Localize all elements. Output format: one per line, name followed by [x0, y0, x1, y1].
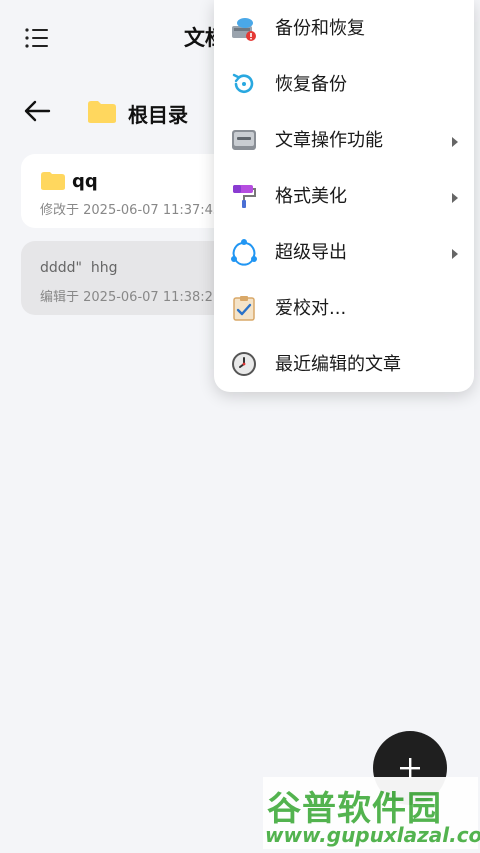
article-preview: dddd" hhg: [40, 260, 118, 276]
menu-item-label: 最近编辑的文章: [275, 354, 401, 375]
folder-icon: [41, 172, 65, 190]
menu-item-format-beautify[interactable]: 格式美化: [214, 168, 474, 224]
submenu-arrow-icon: [450, 133, 460, 147]
clipboard-check-icon: [230, 294, 258, 322]
menu-item-recent-articles[interactable]: 最近编辑的文章: [214, 336, 474, 392]
current-folder-title: 根目录: [128, 103, 188, 127]
menu-item-super-export[interactable]: 超级导出: [214, 224, 474, 280]
watermark-url: www.gupuxlazal.com: [265, 823, 480, 847]
submenu-arrow-icon: [450, 245, 460, 259]
share-nodes-icon: [230, 238, 258, 266]
backup-restore-icon: [230, 14, 258, 42]
submenu-arrow-icon: [450, 189, 460, 203]
menu-item-label: 爱校对...: [275, 298, 347, 319]
article-edited-time: 编辑于 2025-06-07 11:38:21: [40, 290, 222, 305]
menu-item-restore-backup[interactable]: 恢复备份: [214, 56, 474, 112]
folder-name: qq: [72, 171, 98, 192]
restore-icon: [230, 70, 258, 98]
menu-item-label: 格式美化: [275, 186, 347, 207]
plus-icon: [399, 757, 421, 779]
overflow-menu: 备份和恢复 恢复备份 文章操作功能 格式美化 超级导出 爱校对... 最近编辑的…: [214, 0, 474, 392]
menu-item-label: 超级导出: [275, 242, 347, 263]
menu-item-backup-restore[interactable]: 备份和恢复: [214, 0, 474, 56]
menu-item-label: 文章操作功能: [275, 130, 383, 151]
menu-item-label: 备份和恢复: [275, 18, 365, 39]
folder-modified-time: 修改于 2025-06-07 11:37:45: [40, 203, 222, 218]
menu-item-article-operations[interactable]: 文章操作功能: [214, 112, 474, 168]
menu-item-proofread[interactable]: 爱校对...: [214, 280, 474, 336]
menu-item-label: 恢复备份: [275, 74, 347, 95]
ctrl-key-icon: [230, 126, 258, 154]
watermark: 谷普软件园 www.gupuxlazal.com: [263, 777, 480, 849]
folder-icon: [87, 100, 117, 124]
back-arrow-icon[interactable]: [22, 98, 52, 124]
clock-icon: [230, 350, 258, 378]
list-menu-icon[interactable]: [24, 26, 50, 50]
paint-roller-icon: [230, 182, 258, 210]
